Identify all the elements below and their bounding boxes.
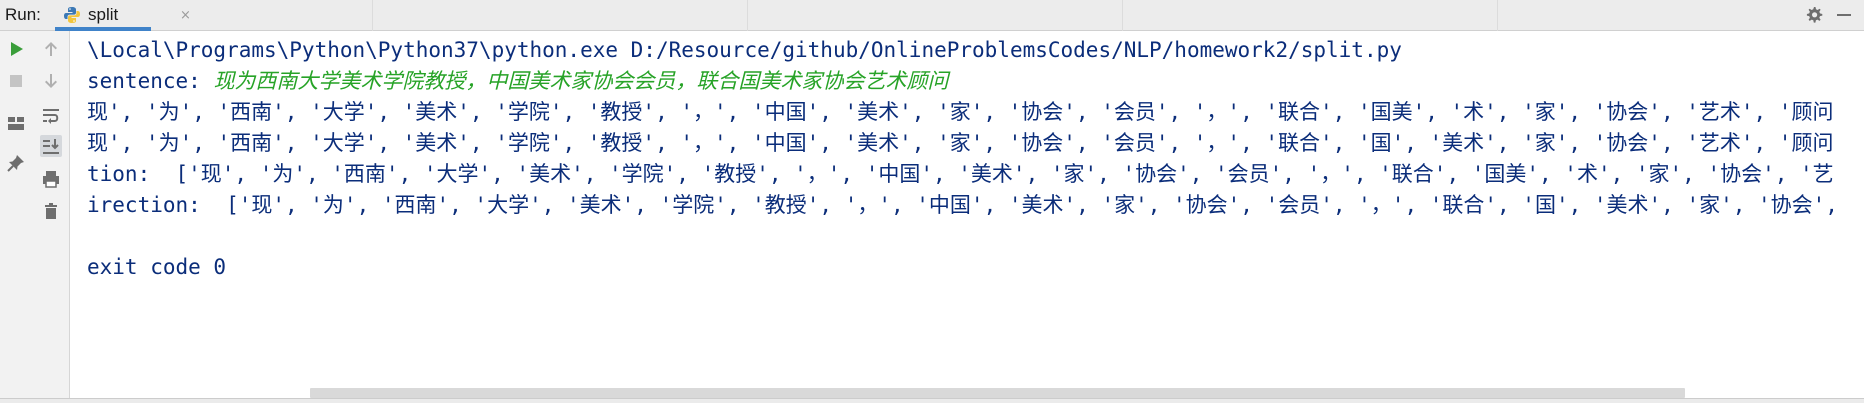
tab-title: split xyxy=(88,5,119,24)
panel-bottom-border xyxy=(0,398,1864,403)
stop-icon[interactable] xyxy=(5,70,27,92)
scroll-to-end-icon[interactable] xyxy=(40,135,62,157)
close-icon[interactable]: × xyxy=(180,8,191,23)
tab-divider xyxy=(1497,0,1498,31)
layout-icon[interactable] xyxy=(5,112,27,134)
console-line-prefix: sentence: xyxy=(87,69,214,93)
python-file-icon xyxy=(64,7,80,23)
tab-divider xyxy=(747,0,748,31)
pin-icon[interactable] xyxy=(5,152,27,174)
run-actions-toolbar xyxy=(0,31,32,403)
print-icon[interactable] xyxy=(40,168,62,190)
console-line-forward-result: 现', '为', '西南', '大学', '美术', '学院', '教授', '… xyxy=(87,100,1834,124)
run-label: Run: xyxy=(5,5,41,24)
run-tab-bar: Run: split × xyxy=(0,0,1864,31)
console-line-direction-result: tion: ['现', '为', '西南', '大学', '美术', '学院',… xyxy=(87,162,1834,186)
run-tool-window: Run: split × \Local\Programs\Python\Pyth… xyxy=(0,0,1864,403)
gear-icon[interactable] xyxy=(1804,5,1824,25)
console-line-bidirection-result: irection: ['现', '为', '西南', '大学', '美术', '… xyxy=(87,193,1851,217)
console-line-command: \Local\Programs\Python\Python37\python.e… xyxy=(87,38,1402,62)
console-actions-toolbar xyxy=(32,31,70,403)
soft-wrap-icon[interactable] xyxy=(40,105,62,127)
console-line-exit-code: exit code 0 xyxy=(87,255,227,279)
minimize-icon[interactable] xyxy=(1834,5,1854,25)
horizontal-scrollbar[interactable] xyxy=(310,388,1685,398)
tab-split[interactable]: split × xyxy=(55,0,191,31)
sentence-highlight: 现为西南大学美术学院教授，中国美术家协会会员，联合国美术家协会艺术顾问 xyxy=(213,69,949,93)
console-line-sentence: sentence: 现为西南大学美术学院教授，中国美术家协会会员，联合国美术家协… xyxy=(87,66,948,96)
tab-divider xyxy=(1122,0,1123,31)
up-arrow-icon[interactable] xyxy=(40,38,62,60)
console-line-backward-result: 现', '为', '西南', '大学', '美术', '学院', '教授', '… xyxy=(87,131,1834,155)
run-icon[interactable] xyxy=(5,38,27,60)
trash-icon[interactable] xyxy=(40,200,62,222)
console-output[interactable]: \Local\Programs\Python\Python37\python.e… xyxy=(70,31,1864,384)
down-arrow-icon[interactable] xyxy=(40,70,62,92)
tab-divider xyxy=(372,0,373,31)
